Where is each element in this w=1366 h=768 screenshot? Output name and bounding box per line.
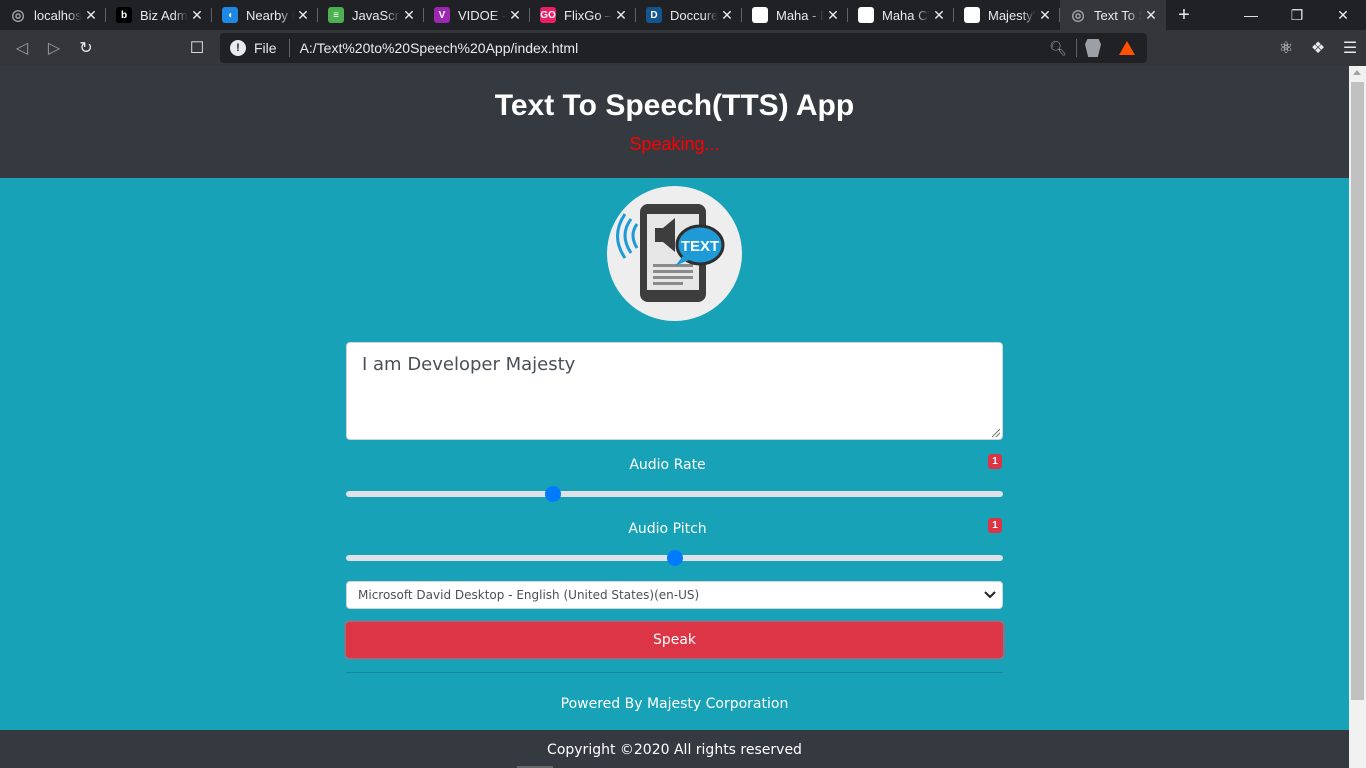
browser-tab[interactable]: ≡ JavaScript✕ <box>318 0 424 30</box>
b-logo-icon: b <box>116 7 132 23</box>
pitch-value-badge: 1 <box>988 518 1002 533</box>
close-tab-icon[interactable]: ✕ <box>402 7 416 24</box>
page-title: Text To Speech(TTS) App <box>494 89 855 122</box>
tab-strip: ◎localhost✕bBiz Admin✕◖Nearby Places✕≡Ja… <box>0 0 1366 30</box>
speech-text-value: I am Developer Majesty <box>362 354 576 375</box>
globe-icon: ◎ <box>11 7 25 24</box>
v-logo-icon: V <box>434 7 450 23</box>
reload-icon[interactable]: ↻ <box>70 32 102 64</box>
toolbar-actions: ⚛ ❖ ☰ <box>1270 30 1366 66</box>
close-tab-icon[interactable]: ✕ <box>720 7 734 24</box>
bookmark-icon[interactable]: ☐ <box>181 32 213 64</box>
scheme-label: File <box>254 40 277 56</box>
rate-label: Audio Rate <box>629 457 706 473</box>
tab-title: Majesty's <box>988 7 1036 23</box>
tab-list: ◎localhost✕bBiz Admin✕◖Nearby Places✕≡Ja… <box>0 0 1166 30</box>
rate-slider[interactable] <box>346 486 1003 502</box>
minimize-icon[interactable]: ― <box>1228 0 1274 30</box>
speaking-status: Speaking... <box>629 134 720 154</box>
close-tab-icon[interactable]: ✕ <box>932 7 946 24</box>
react-devtools-icon[interactable]: ⚛ <box>1270 32 1302 64</box>
close-window-icon[interactable]: ✕ <box>1320 0 1366 30</box>
browser-tab[interactable]: Maha CV✕ <box>848 0 954 30</box>
zoom-icon[interactable]: 🔍︎ <box>1049 40 1067 57</box>
blank-page-icon <box>964 7 980 23</box>
back-icon[interactable]: ◁ <box>6 32 38 64</box>
divider <box>288 39 290 57</box>
tab-title: Maha - Personal <box>776 7 824 23</box>
divider <box>1076 39 1077 57</box>
close-tab-icon[interactable]: ✕ <box>1144 7 1158 24</box>
new-tab-button[interactable]: + <box>1170 1 1198 29</box>
close-tab-icon[interactable]: ✕ <box>826 7 840 24</box>
close-tab-icon[interactable]: ✕ <box>614 7 628 24</box>
pitch-label: Audio Pitch <box>628 521 707 537</box>
browser-tab[interactable]: V VIDOE - Video✕ <box>424 0 530 30</box>
close-tab-icon[interactable]: ✕ <box>1038 7 1052 24</box>
go-logo-icon: GO <box>540 7 556 23</box>
pitch-slider-thumb[interactable] <box>666 550 683 566</box>
tab-title: VIDOE - Video <box>458 7 506 23</box>
globe-icon: ◎ <box>1071 7 1085 24</box>
speak-button[interactable]: Speak <box>346 622 1003 658</box>
resize-grip-icon[interactable] <box>992 429 1000 437</box>
tab-title: FlixGo – Online <box>564 7 612 23</box>
scroll-up-icon[interactable] <box>1353 70 1361 75</box>
tab-title: Biz Admin <box>140 7 188 23</box>
brave-shields-icon[interactable] <box>1085 39 1101 57</box>
rate-value-badge: 1 <box>988 454 1002 469</box>
scrollbar-thumb[interactable] <box>1351 82 1364 700</box>
footer: Copyright ©2020 All rights reserved <box>0 730 1349 768</box>
window-controls: ― ❐ ✕ <box>1228 0 1366 30</box>
browser-tab[interactable]: D Doccure ✕ <box>636 0 742 30</box>
forward-icon[interactable]: ▷ <box>38 32 70 64</box>
restore-icon[interactable]: ❐ <box>1274 0 1320 30</box>
app-header: Text To Speech(TTS) App Speaking... <box>0 66 1349 178</box>
d-logo-icon: D <box>646 7 662 23</box>
blank-page-icon <box>858 7 874 23</box>
brave-rewards-icon[interactable] <box>1119 41 1135 55</box>
rate-slider-thumb[interactable] <box>544 486 561 502</box>
speech-text-input[interactable]: I am Developer Majesty <box>346 342 1003 440</box>
extensions-icon[interactable]: ❖ <box>1302 32 1334 64</box>
page: Text To Speech(TTS) App Speaking... TEXT <box>0 66 1349 768</box>
close-tab-icon[interactable]: ✕ <box>296 7 310 24</box>
browser-tab[interactable]: ◎ Text To Speech✕ <box>1060 0 1166 30</box>
copyright-text: Copyright ©2020 All rights reserved <box>547 742 802 758</box>
tab-title: Doccure <box>670 7 718 23</box>
phone-speaker-icon: TEXT <box>616 204 725 302</box>
close-tab-icon[interactable]: ✕ <box>84 7 98 24</box>
powered-by-text: Powered By Majesty Corporation <box>560 696 789 712</box>
browser-tab[interactable]: GO FlixGo – Online✕ <box>530 0 636 30</box>
browser-tab[interactable]: b Biz Admin✕ <box>106 0 212 30</box>
browser-tab[interactable]: Maha - Personal✕ <box>742 0 848 30</box>
voice-select[interactable]: Microsoft David Desktop - English (Unite… <box>346 581 1003 609</box>
close-tab-icon[interactable]: ✕ <box>190 7 204 24</box>
logo-text: TEXT <box>681 238 719 255</box>
tab-title: localhost <box>34 7 82 23</box>
drop-icon: ◖ <box>222 7 238 23</box>
blank-page-icon <box>752 7 768 23</box>
tab-title: Maha CV <box>882 7 930 23</box>
address-bar[interactable]: ! File A:/Text%20to%20Speech%20App/index… <box>220 33 1147 63</box>
close-tab-icon[interactable]: ✕ <box>508 7 522 24</box>
chevron-down-icon <box>983 585 997 605</box>
page-viewport: Text To Speech(TTS) App Speaking... TEXT <box>0 66 1366 768</box>
browser-tab[interactable]: ◎ localhost ✕ <box>0 0 106 30</box>
page-scrollbar[interactable] <box>1349 66 1366 768</box>
tab-title: JavaScript <box>352 7 400 23</box>
voice-selected-value: Microsoft David Desktop - English (Unite… <box>358 588 700 602</box>
menu-icon[interactable]: ☰ <box>1334 32 1366 64</box>
browser-tab[interactable]: Majesty's✕ <box>954 0 1060 30</box>
tts-logo: TEXT <box>607 186 742 321</box>
pitch-slider[interactable] <box>346 550 1003 566</box>
info-icon[interactable]: ! <box>230 40 246 56</box>
browser-tab[interactable]: ◖ Nearby Places✕ <box>212 0 318 30</box>
url-text[interactable]: A:/Text%20to%20Speech%20App/index.html <box>300 40 579 56</box>
w3-icon: ≡ <box>328 7 344 23</box>
tab-title: Text To Speech <box>1094 7 1142 23</box>
divider <box>346 672 1003 673</box>
browser-toolbar: ◁ ▷ ↻ ☐ ! File A:/Text%20to%20Speech%20A… <box>0 30 1366 66</box>
tab-title: Nearby Places <box>246 7 294 23</box>
